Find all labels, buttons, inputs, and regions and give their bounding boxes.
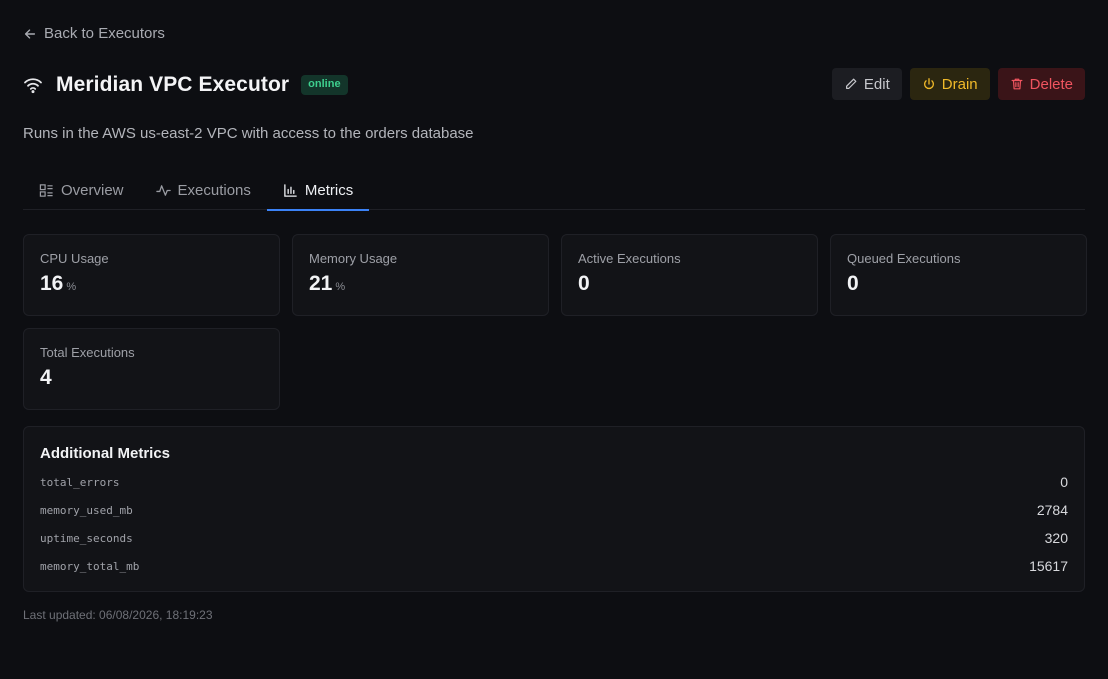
tab-label: Metrics bbox=[304, 181, 354, 199]
metric-key: memory_used_mb bbox=[40, 503, 133, 517]
metric-row: memory_total_mb 15617 bbox=[40, 552, 1068, 580]
card-value: 0 bbox=[847, 272, 1070, 296]
tab-bar: Overview Executions Metrics bbox=[23, 170, 1085, 211]
activity-icon bbox=[155, 184, 171, 196]
card-label: CPU Usage bbox=[40, 251, 109, 266]
card-value: 4 bbox=[40, 366, 263, 390]
tab-label: Executions bbox=[177, 181, 251, 199]
metric-row: memory_used_mb 2784 bbox=[40, 496, 1068, 524]
card-label: Queued Executions bbox=[847, 251, 961, 266]
bar-chart-icon bbox=[284, 183, 297, 197]
overview-icon bbox=[39, 183, 53, 197]
action-buttons: Edit Drain Delete bbox=[831, 68, 1085, 100]
card-active-executions: Active Executions 0 bbox=[561, 234, 818, 316]
card-total-executions: Total Executions 4 bbox=[23, 328, 280, 410]
pencil-icon bbox=[845, 78, 857, 89]
card-number: 16 bbox=[40, 272, 64, 295]
metric-key: memory_total_mb bbox=[40, 559, 140, 573]
drain-button-label: Drain bbox=[941, 75, 978, 93]
last-updated: Last updated: 06/08/2026, 18:19:23 bbox=[23, 608, 213, 622]
metric-cards: CPU Usage 16 % Memory Usage 21 % Active … bbox=[23, 234, 1087, 410]
card-unit: % bbox=[66, 281, 77, 293]
metric-value: 0 bbox=[1060, 474, 1068, 490]
card-label: Total Executions bbox=[40, 345, 135, 360]
metric-row: uptime_seconds 320 bbox=[40, 524, 1068, 552]
tab-metrics[interactable]: Metrics bbox=[266, 170, 370, 211]
drain-button[interactable]: Drain bbox=[909, 68, 990, 100]
status-badge: online bbox=[301, 75, 348, 95]
tab-overview[interactable]: Overview bbox=[23, 170, 140, 210]
metric-key: uptime_seconds bbox=[40, 531, 133, 545]
arrow-left-icon bbox=[24, 28, 36, 39]
back-link[interactable]: Back to Executors bbox=[23, 25, 165, 42]
metric-value: 2784 bbox=[1036, 502, 1068, 518]
additional-metrics-panel: Additional Metrics total_errors 0 memory… bbox=[23, 426, 1085, 592]
tab-executions[interactable]: Executions bbox=[140, 170, 267, 210]
metric-row: total_errors 0 bbox=[40, 468, 1068, 496]
metric-value: 15617 bbox=[1029, 558, 1068, 574]
card-number: 4 bbox=[40, 366, 52, 389]
card-number: 21 bbox=[309, 272, 333, 295]
edit-button[interactable]: Edit bbox=[831, 68, 902, 100]
card-value: 16 % bbox=[40, 272, 263, 296]
card-number: 0 bbox=[578, 272, 590, 295]
metric-key: total_errors bbox=[40, 475, 120, 489]
card-memory-usage: Memory Usage 21 % bbox=[292, 234, 549, 316]
tab-label: Overview bbox=[61, 181, 124, 199]
metric-list: total_errors 0 memory_used_mb 2784 uptim… bbox=[40, 468, 1068, 580]
wifi-icon bbox=[23, 75, 43, 95]
power-icon bbox=[923, 78, 934, 90]
card-queued-executions: Queued Executions 0 bbox=[830, 234, 1087, 316]
edit-button-label: Edit bbox=[863, 75, 890, 93]
card-label: Memory Usage bbox=[309, 251, 398, 266]
card-number: 0 bbox=[847, 272, 859, 295]
card-cpu-usage: CPU Usage 16 % bbox=[23, 234, 280, 316]
card-value: 21 % bbox=[309, 272, 532, 296]
trash-icon bbox=[1011, 78, 1023, 90]
metric-value: 320 bbox=[1044, 530, 1068, 546]
header: Meridian VPC Executor online Edit Drain … bbox=[23, 68, 1085, 100]
page-title: Meridian VPC Executor bbox=[56, 73, 290, 96]
card-value: 0 bbox=[578, 272, 801, 296]
card-label: Active Executions bbox=[578, 251, 681, 266]
executor-description: Runs in the AWS us-east-2 VPC with acces… bbox=[23, 125, 474, 142]
back-link-label: Back to Executors bbox=[44, 25, 165, 42]
card-unit: % bbox=[335, 281, 346, 293]
delete-button-label: Delete bbox=[1029, 75, 1073, 93]
delete-button[interactable]: Delete bbox=[997, 68, 1085, 100]
additional-metrics-title: Additional Metrics bbox=[40, 445, 171, 462]
